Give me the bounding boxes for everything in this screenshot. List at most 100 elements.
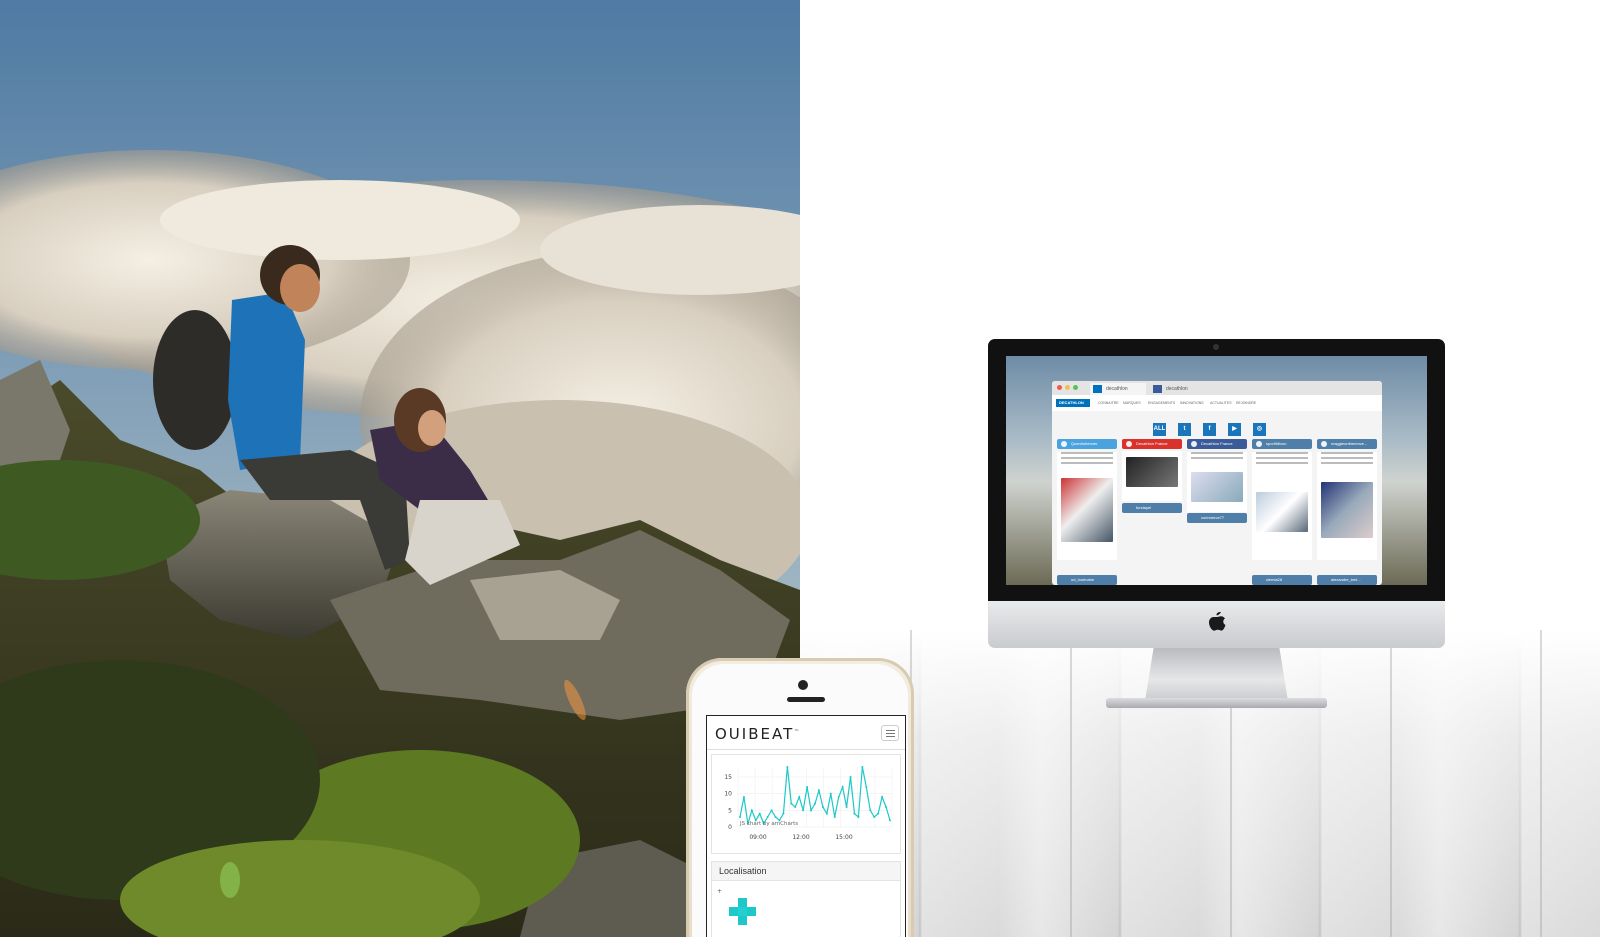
chart-point (810, 809, 813, 812)
nav-item[interactable]: CONNAITRE (1098, 401, 1119, 405)
chart-credit-label: JS chart by amCharts (739, 821, 798, 827)
imac-bezel: decathlon decathlon DECATHLON CONNAITRE … (988, 339, 1445, 601)
feed-column-header[interactable]: Quentinhenner (1057, 439, 1117, 449)
x-tick-label: 12:00 (792, 834, 809, 841)
nav-item[interactable]: REJOINDRE (1236, 401, 1256, 405)
chart-point (837, 796, 840, 798)
imac-device: decathlon decathlon DECATHLON CONNAITRE … (988, 339, 1445, 709)
twitter-icon[interactable]: t (1178, 423, 1191, 436)
post-photo (1191, 472, 1243, 502)
nav-item[interactable]: MARQUES (1123, 401, 1141, 405)
feed-post[interactable] (1317, 452, 1377, 560)
chart-point (750, 809, 753, 812)
browser-tab[interactable]: decathlon (1090, 383, 1146, 395)
chart-point (829, 792, 832, 795)
svg-text:+: + (717, 888, 722, 895)
tab-label: decathlon (1106, 386, 1128, 392)
chart-point (770, 809, 773, 812)
chart-point (758, 812, 761, 815)
chart-point (739, 816, 741, 818)
post-photo (1061, 478, 1113, 542)
hamburger-menu-icon[interactable] (881, 725, 899, 741)
filter-all-button[interactable]: ALL (1153, 423, 1166, 436)
feed-column-header[interactable]: sportifdixon (1252, 439, 1312, 449)
localisation-panel: Localisation + (711, 861, 901, 937)
feed-post[interactable] (1122, 451, 1182, 501)
feed-column-footer[interactable]: clemia28 (1252, 575, 1312, 585)
chart-point (849, 776, 852, 778)
facebook-icon (1153, 385, 1162, 393)
feed-column-header[interactable]: maggieonthemove... (1317, 439, 1377, 449)
minimize-dot-icon[interactable] (1065, 385, 1070, 390)
facebook-icon[interactable]: f (1203, 423, 1216, 436)
nav-item[interactable]: ACTUALITES (1210, 401, 1232, 405)
chart-point (790, 802, 793, 805)
chart-point (865, 786, 868, 788)
x-tick-label: 15:00 (835, 834, 852, 841)
feed-column-footer[interactable]: alexandre_bml... (1317, 575, 1377, 585)
imac-stand-foot (1106, 698, 1327, 708)
feed-column-footer[interactable]: corinnerce77 (1187, 513, 1247, 523)
close-dot-icon[interactable] (1057, 385, 1062, 390)
feed-column-header[interactable]: Decathlon France (1187, 439, 1247, 449)
instagram-icon[interactable]: ◎ (1253, 423, 1266, 436)
browser-tab[interactable]: decathlon (1150, 383, 1206, 395)
feed-post[interactable] (1252, 452, 1312, 560)
nav-item[interactable]: INNOVATIONS (1180, 401, 1204, 405)
feed-column: Quentinhenner od_lourinaire (1057, 439, 1117, 585)
iphone-front-camera (798, 680, 808, 690)
chart-point (869, 809, 872, 812)
feed-post[interactable] (1187, 452, 1247, 512)
floor-plank-seam (1540, 630, 1542, 937)
y-tick-label: 5 (728, 807, 732, 814)
chart-point (845, 806, 848, 808)
x-tick-label: 09:00 (749, 834, 766, 841)
chart-point (857, 816, 860, 818)
chart-point (881, 796, 884, 798)
nav-item[interactable]: ENGAGEMENTS (1148, 401, 1175, 405)
map-cluster-cell (738, 907, 747, 916)
localisation-heading: Localisation (712, 862, 900, 881)
zoom-dot-icon[interactable] (1073, 385, 1078, 390)
browser-window: decathlon decathlon DECATHLON CONNAITRE … (1052, 381, 1382, 585)
chart-point (889, 819, 891, 822)
feed-column: maggieonthemove... alexandre_bml... (1317, 439, 1377, 585)
chart-point (794, 806, 797, 808)
activity-chart-panel: 15 10 5 0 09:00 12:00 15:00 JS chart by amChart… (711, 754, 901, 854)
chart-point (861, 766, 864, 768)
post-video-thumbnail (1126, 457, 1178, 487)
map-cluster-cell (729, 907, 738, 916)
social-filter-buttons: ALL t f ▶ ◎ (1153, 417, 1278, 436)
localisation-map[interactable]: + (712, 881, 900, 937)
site-logo[interactable]: DECATHLON (1056, 399, 1090, 407)
chart-series-line (739, 766, 891, 826)
imac-camera (1213, 344, 1219, 350)
youtube-icon[interactable]: ▶ (1228, 423, 1241, 436)
chart-point (798, 796, 801, 798)
feed-column-header[interactable]: Decathlon France (1122, 439, 1182, 449)
site-navbar: DECATHLON CONNAITRE MARQUES ENGAGEMENTS … (1052, 395, 1382, 411)
tab-label: decathlon (1166, 386, 1188, 392)
feed-post[interactable] (1057, 452, 1117, 560)
feed-column-footer[interactable]: fundayel (1122, 503, 1182, 513)
chart-point (806, 786, 809, 788)
chart-point (841, 786, 844, 788)
imac-stand (1145, 648, 1288, 701)
chart-point (833, 816, 836, 818)
chart-point (885, 806, 888, 808)
app-header: OUIBEAT™ (707, 716, 905, 750)
y-tick-label: 0 (728, 824, 732, 831)
map-cluster-cell (738, 916, 747, 925)
post-photo (1256, 492, 1308, 532)
iphone-speaker (787, 697, 825, 702)
chart-point (782, 812, 785, 815)
feed-column-footer[interactable]: od_lourinaire (1057, 575, 1117, 585)
browser-tab-bar: decathlon decathlon (1052, 381, 1382, 395)
feed-column: sportifdixon clemia28 (1252, 439, 1312, 585)
map-cluster-cell (738, 898, 747, 907)
imac-screen: decathlon decathlon DECATHLON CONNAITRE … (1006, 356, 1427, 585)
chart-point (742, 796, 745, 798)
iphone-device: OUIBEAT™ 15 10 5 0 09:00 12:00 15:00 JS chart b… (686, 658, 914, 937)
chart-point (766, 816, 769, 818)
chart-point (774, 816, 777, 818)
